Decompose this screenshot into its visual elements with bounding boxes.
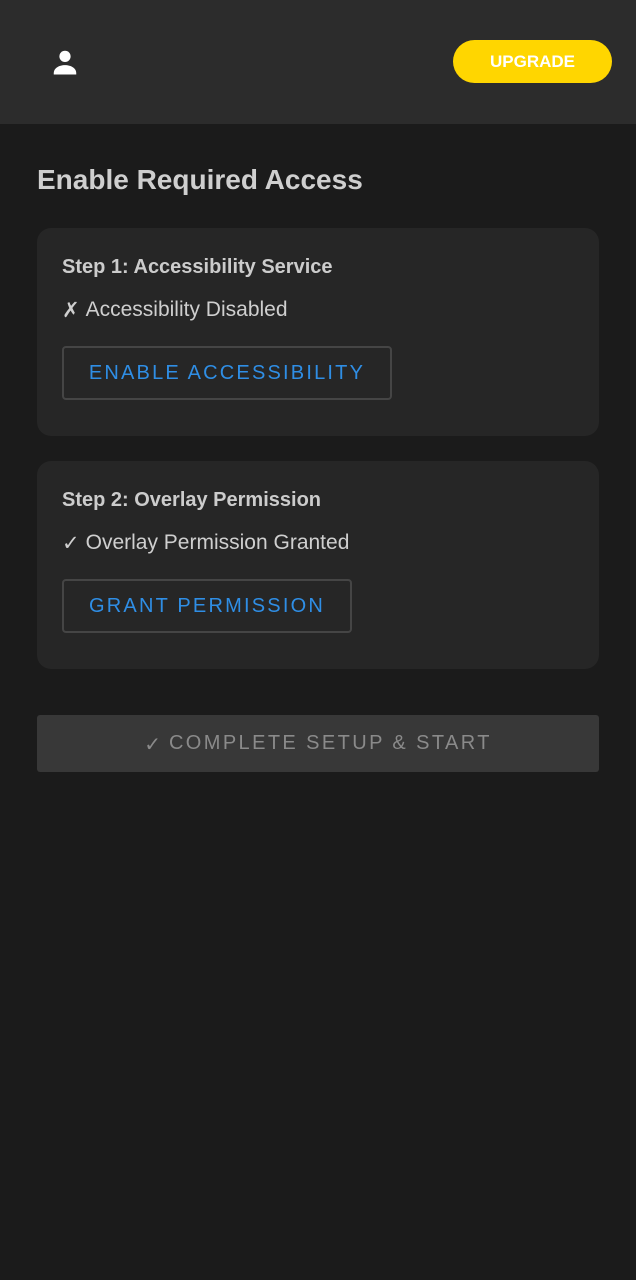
complete-setup-button[interactable]: ✓ COMPLETE SETUP & START [37, 715, 599, 772]
complete-setup-label: COMPLETE SETUP & START [168, 732, 492, 754]
status-text: Accessibility Disabled [85, 298, 288, 321]
step-status: ✓ Overlay Permission Granted [62, 531, 349, 555]
status-text: Overlay Permission Granted [85, 531, 350, 554]
grant-permission-button[interactable]: GRANT PERMISSION [62, 579, 352, 633]
step-title: Step 1: Accessibility Service [62, 256, 333, 278]
check-icon: ✓ [62, 531, 80, 555]
step-card-overlay: Step 2: Overlay Permission ✓ Overlay Per… [37, 461, 599, 669]
top-app-bar: UPGRADE [0, 0, 636, 124]
cross-icon: ✗ [62, 298, 80, 322]
check-icon: ✓ [144, 731, 161, 756]
enable-accessibility-button[interactable]: ENABLE ACCESSIBILITY [62, 346, 392, 400]
profile-button[interactable] [44, 41, 86, 83]
step-status: ✗ Accessibility Disabled [62, 298, 288, 322]
person-icon [53, 50, 77, 75]
page-title: Enable Required Access [37, 164, 363, 195]
upgrade-button[interactable]: UPGRADE [453, 40, 612, 83]
step-card-accessibility: Step 1: Accessibility Service ✗ Accessib… [37, 228, 599, 436]
step-title: Step 2: Overlay Permission [62, 489, 322, 511]
